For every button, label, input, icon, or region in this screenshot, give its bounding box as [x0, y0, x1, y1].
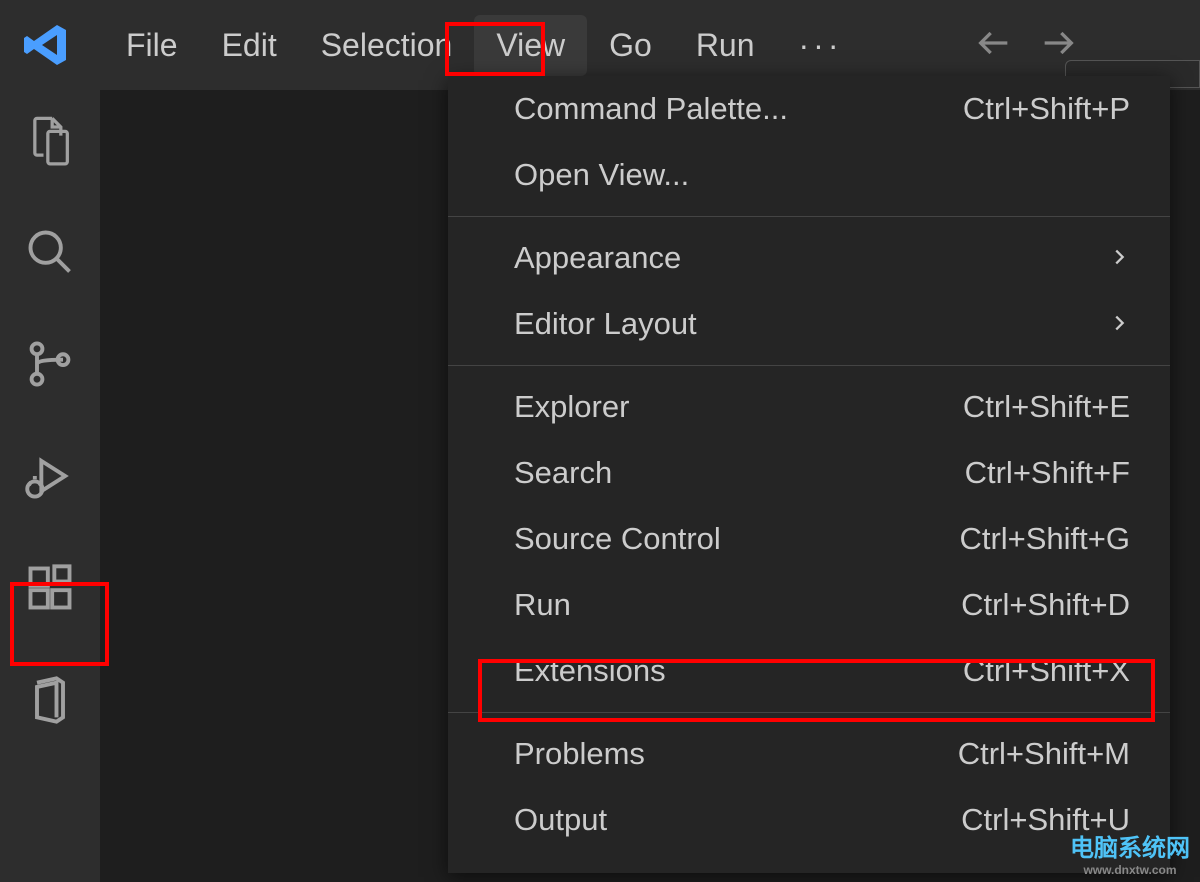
menu-item-shortcut: Ctrl+Shift+D: [961, 587, 1130, 623]
activity-search-icon[interactable]: [20, 222, 80, 282]
menu-item-label: Extensions: [514, 653, 666, 689]
menu-edit[interactable]: Edit: [200, 15, 299, 76]
menu-run[interactable]: Run Ctrl+Shift+D: [448, 572, 1170, 638]
menu-selection[interactable]: Selection: [299, 15, 475, 76]
menu-divider: [448, 365, 1170, 366]
menu-item-label: Source Control: [514, 521, 721, 557]
menu-item-shortcut: Ctrl+Shift+M: [958, 736, 1130, 772]
menu-item-label: Run: [514, 587, 571, 623]
nav-arrows: [974, 23, 1078, 68]
menu-item-label: Appearance: [514, 240, 681, 276]
watermark: 电脑系统网 www.dnxtw.com: [1070, 828, 1190, 877]
menu-item-label: Search: [514, 455, 612, 491]
menu-item-shortcut: Ctrl+Shift+E: [963, 389, 1130, 425]
menu-divider: [448, 216, 1170, 217]
watermark-url: www.dnxtw.com: [1070, 863, 1190, 877]
menu-run[interactable]: Run: [674, 15, 777, 76]
menu-source-control[interactable]: Source Control Ctrl+Shift+G: [448, 506, 1170, 572]
chevron-right-icon: [1108, 306, 1130, 342]
menu-extensions[interactable]: Extensions Ctrl+Shift+X: [448, 638, 1170, 704]
menu-overflow[interactable]: ···: [777, 15, 865, 76]
menu-search[interactable]: Search Ctrl+Shift+F: [448, 440, 1170, 506]
menu-item-shortcut: Ctrl+Shift+X: [963, 653, 1130, 689]
activity-office-icon[interactable]: [20, 670, 80, 730]
menu-output[interactable]: Output Ctrl+Shift+U: [448, 787, 1170, 853]
menu-editor-layout[interactable]: Editor Layout: [448, 291, 1170, 357]
menu-bar: File Edit Selection View Go Run ···: [104, 15, 864, 76]
vscode-logo-icon: [22, 21, 70, 69]
menu-file[interactable]: File: [104, 15, 200, 76]
view-menu-dropdown: Command Palette... Ctrl+Shift+P Open Vie…: [448, 76, 1170, 873]
activity-explorer-icon[interactable]: [20, 110, 80, 170]
menu-item-shortcut: Ctrl+Shift+P: [963, 91, 1130, 127]
activity-source-control-icon[interactable]: [20, 334, 80, 394]
menu-item-label: Command Palette...: [514, 91, 788, 127]
menu-view[interactable]: View: [474, 15, 587, 76]
menu-item-label: Editor Layout: [514, 306, 697, 342]
menu-item-shortcut: Ctrl+Shift+F: [965, 455, 1130, 491]
menu-item-label: Open View...: [514, 157, 689, 193]
menu-open-view[interactable]: Open View...: [448, 142, 1170, 208]
menu-go[interactable]: Go: [587, 15, 674, 76]
chevron-right-icon: [1108, 240, 1130, 276]
menu-problems[interactable]: Problems Ctrl+Shift+M: [448, 721, 1170, 787]
activity-run-debug-icon[interactable]: [20, 446, 80, 506]
menu-command-palette[interactable]: Command Palette... Ctrl+Shift+P: [448, 76, 1170, 142]
menu-explorer[interactable]: Explorer Ctrl+Shift+E: [448, 374, 1170, 440]
menu-item-label: Problems: [514, 736, 645, 772]
activity-bar: [0, 90, 100, 730]
menu-item-label: Explorer: [514, 389, 629, 425]
menu-item-shortcut: Ctrl+Shift+G: [959, 521, 1130, 557]
menu-item-label: Output: [514, 802, 607, 838]
watermark-text: 电脑系统网: [1070, 835, 1190, 862]
menu-divider: [448, 712, 1170, 713]
activity-extensions-icon[interactable]: [20, 558, 80, 618]
nav-back-icon[interactable]: [974, 23, 1014, 68]
menu-appearance[interactable]: Appearance: [448, 225, 1170, 291]
